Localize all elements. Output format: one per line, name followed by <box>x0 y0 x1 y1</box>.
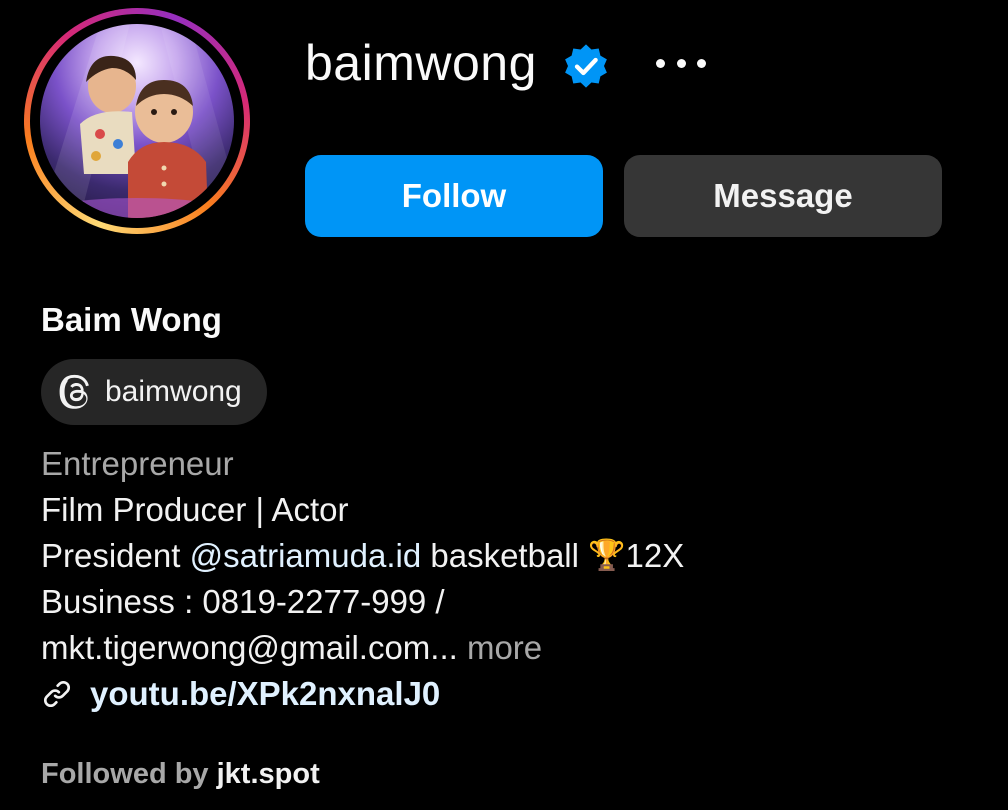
threads-icon <box>59 374 89 409</box>
trophy-icon: 🏆 <box>588 538 626 573</box>
bio-text: 12X <box>625 537 685 574</box>
profile-avatar-story-ring[interactable] <box>24 8 250 234</box>
follow-button[interactable]: Follow <box>305 155 603 237</box>
verified-badge-icon <box>565 44 607 88</box>
bio-text: mkt.tigerwong@gmail.com... <box>41 629 458 666</box>
bio-mention-link[interactable]: @satriamuda.id <box>190 537 422 574</box>
bio-more-link[interactable]: more <box>467 629 542 666</box>
more-dot <box>656 58 665 68</box>
bio-line: President @satriamuda.id basketball 🏆12X <box>41 533 684 579</box>
bio-line: Business : 0819-2277-999 / <box>41 583 445 620</box>
bio-text: basketball <box>421 537 589 574</box>
more-dot <box>676 58 686 68</box>
bio-text: President <box>41 537 190 574</box>
threads-handle: baimwong <box>105 375 242 408</box>
avatar-photo-illustration <box>40 24 234 218</box>
profile-full-name: Baim Wong <box>41 301 222 338</box>
threads-profile-chip[interactable]: baimwong <box>41 359 267 425</box>
followed-by-prefix: Followed by <box>41 758 217 790</box>
bio-line: Film Producer | Actor <box>41 491 349 528</box>
bio-line: mkt.tigerwong@gmail.com... more <box>41 625 684 671</box>
profile-bio: Entrepreneur Film Producer | Actor Presi… <box>41 441 684 671</box>
more-dot <box>697 58 706 68</box>
link-icon <box>43 680 71 708</box>
more-options-icon[interactable] <box>650 45 712 81</box>
followed-by-text: Followed by jkt.spot <box>41 754 320 794</box>
external-link[interactable]: youtu.be/XPk2nxnalJ0 <box>41 669 440 719</box>
bio-category: Entrepreneur <box>41 445 234 482</box>
profile-username: baimwong <box>305 35 537 91</box>
external-link-text: youtu.be/XPk2nxnalJ0 <box>90 675 441 712</box>
profile-avatar[interactable] <box>40 24 234 218</box>
message-button[interactable]: Message <box>624 155 942 237</box>
followed-by-account-link[interactable]: jkt.spot <box>217 758 320 790</box>
